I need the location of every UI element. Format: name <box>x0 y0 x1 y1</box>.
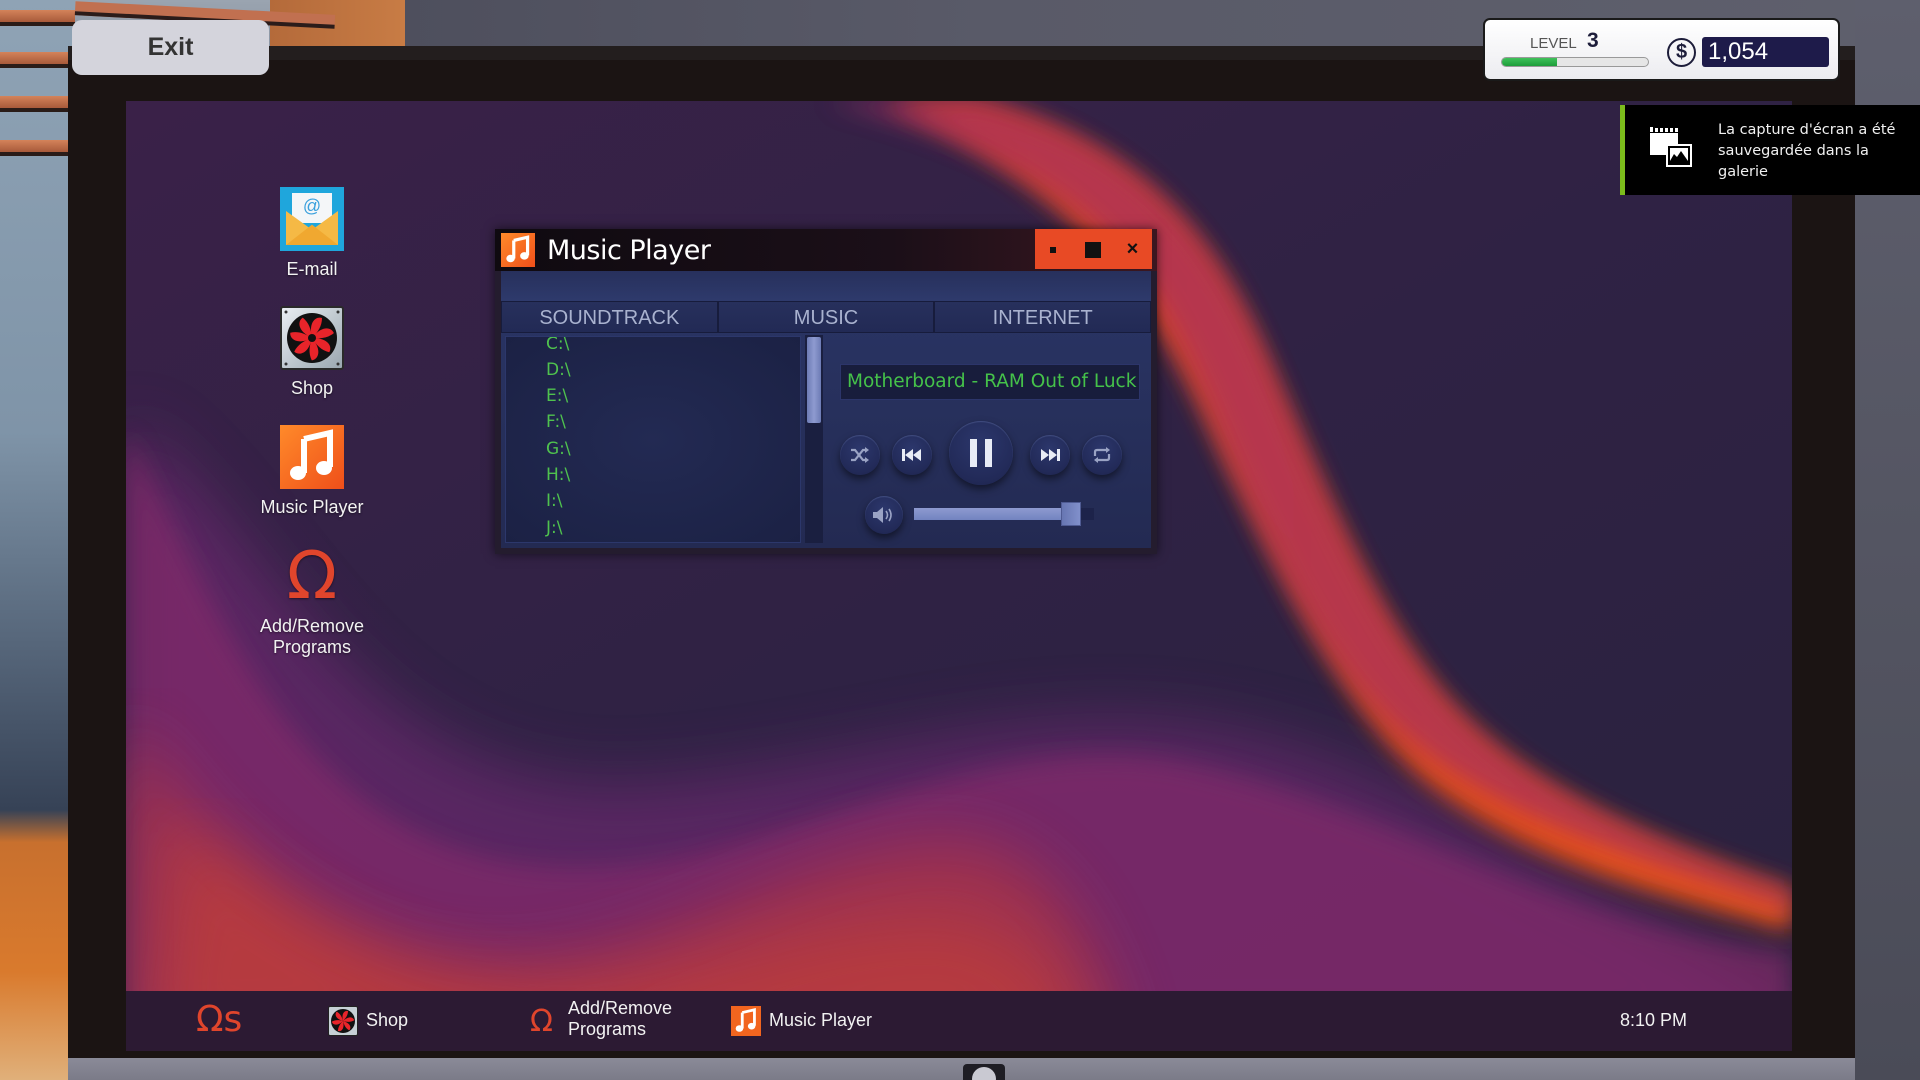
scrollbar-thumb[interactable] <box>807 337 821 423</box>
taskbar-clock: 8:10 PM <box>1620 1010 1688 1030</box>
room-window-blinds <box>0 0 75 1080</box>
close-button[interactable]: × <box>1113 229 1152 269</box>
omega-icon: Ω <box>530 1004 553 1039</box>
list-item[interactable]: D:\ <box>546 360 571 380</box>
speaker-icon <box>873 507 892 523</box>
music-note-icon <box>731 1006 761 1036</box>
monitor: @ E-mail Shop Music Player Ω Add/Remove … <box>68 46 1855 1058</box>
window-titlebar[interactable]: Music Player × <box>495 229 1157 271</box>
os-logo-icon: Ωs <box>196 999 243 1040</box>
volume-fill <box>914 508 1062 520</box>
desktop-icon-music-player[interactable]: Music Player <box>242 425 382 518</box>
minimize-button[interactable] <box>1035 229 1074 269</box>
previous-icon <box>902 449 921 461</box>
level-money-hud: LEVEL 3 $ 1,054 <box>1483 18 1840 81</box>
taskbar-item-label: Music Player <box>769 1010 873 1030</box>
screenshot-gallery-icon <box>1650 127 1692 167</box>
desktop-icon-label: Music Player <box>260 497 364 517</box>
tab-soundtrack[interactable]: SOUNDTRACK <box>501 301 718 333</box>
list-item[interactable]: H:\ <box>546 465 570 485</box>
exit-button[interactable]: Exit <box>72 20 269 75</box>
desktop-icon-label: Add/Remove Programs <box>259 616 365 657</box>
music-player-body: SOUNDTRACK MUSIC INTERNET C:\ D:\ E:\ F:… <box>501 271 1152 548</box>
maximize-button[interactable] <box>1074 229 1113 269</box>
list-item[interactable]: G:\ <box>546 439 571 459</box>
list-scrollbar[interactable] <box>805 335 823 543</box>
next-icon <box>1041 449 1060 461</box>
pause-icon <box>970 439 992 467</box>
window-title: Music Player <box>547 235 711 266</box>
volume-button[interactable] <box>865 496 903 534</box>
list-item[interactable]: F:\ <box>546 412 566 432</box>
dollar-icon: $ <box>1667 38 1696 67</box>
desktop-icon-email[interactable]: @ E-mail <box>242 187 382 280</box>
desktop-icon-add-remove-programs[interactable]: Ω Add/Remove Programs <box>242 537 382 658</box>
list-item[interactable]: E:\ <box>546 386 568 406</box>
desktop-icon-label: E-mail <box>286 259 338 279</box>
monitor-stand <box>68 1058 1855 1080</box>
taskbar: Ωs Shop Ω Add/Remove Programs Music Play… <box>126 991 1792 1051</box>
list-item[interactable]: C:\ <box>546 337 569 354</box>
volume-thumb[interactable] <box>1061 502 1082 526</box>
pause-button[interactable] <box>949 421 1013 485</box>
omega-icon: Ω <box>286 537 338 614</box>
monitor-logo-icon <box>963 1064 1005 1080</box>
next-button[interactable] <box>1030 435 1070 475</box>
music-note-icon <box>501 233 535 267</box>
drive-list: C:\ D:\ E:\ F:\ G:\ H:\ I:\ J:\ <box>505 336 801 543</box>
list-item[interactable]: I:\ <box>546 491 562 511</box>
now-playing-display: Motherboard - RAM Out of Luck <box>840 364 1140 400</box>
taskbar-item-label-line1: Add/Remove <box>568 998 673 1018</box>
email-icon: @ <box>280 187 344 251</box>
fan-shop-icon <box>280 306 344 370</box>
taskbar-item-add-remove-programs[interactable]: Ω Add/Remove Programs <box>530 991 690 1051</box>
taskbar-item-shop[interactable]: Shop <box>328 991 458 1051</box>
source-tabs: SOUNDTRACK MUSIC INTERNET <box>501 301 1152 333</box>
music-note-icon <box>280 425 344 489</box>
music-player-window: Music Player × SOUNDTRACK MUSIC INTERNET… <box>495 229 1157 554</box>
window-controls: × <box>1035 229 1152 269</box>
level-progress-fill <box>1502 58 1558 66</box>
notification-text: La capture d'écran a été sauvegardée dan… <box>1718 122 1896 180</box>
shuffle-icon <box>851 447 869 463</box>
volume-slider[interactable] <box>914 502 1094 526</box>
desktop-icon-label: Shop <box>290 378 334 398</box>
tab-music[interactable]: MUSIC <box>717 301 935 333</box>
list-item[interactable]: J:\ <box>546 518 562 538</box>
taskbar-item-music-player[interactable]: Music Player <box>731 991 891 1051</box>
shuffle-button[interactable] <box>840 435 880 475</box>
level-progress-bar <box>1501 57 1649 67</box>
screenshot-notification: La capture d'écran a été sauvegardée dan… <box>1620 105 1920 195</box>
tab-internet[interactable]: INTERNET <box>934 301 1152 333</box>
previous-button[interactable] <box>892 435 932 475</box>
desktop-screen: @ E-mail Shop Music Player Ω Add/Remove … <box>126 101 1792 1051</box>
taskbar-item-label-line2: Programs <box>568 1019 647 1039</box>
level-value: 3 <box>1587 29 1599 52</box>
taskbar-item-label: Shop <box>366 1010 409 1030</box>
desktop-icon-shop[interactable]: Shop <box>242 306 382 399</box>
money-balance: 1,054 <box>1702 37 1829 67</box>
level-label: LEVEL <box>1530 35 1577 52</box>
header-strip <box>501 271 1151 301</box>
fan-shop-icon <box>328 1006 358 1036</box>
start-button[interactable]: Ωs <box>196 991 256 1051</box>
repeat-button[interactable] <box>1082 435 1122 475</box>
repeat-icon <box>1093 447 1111 463</box>
